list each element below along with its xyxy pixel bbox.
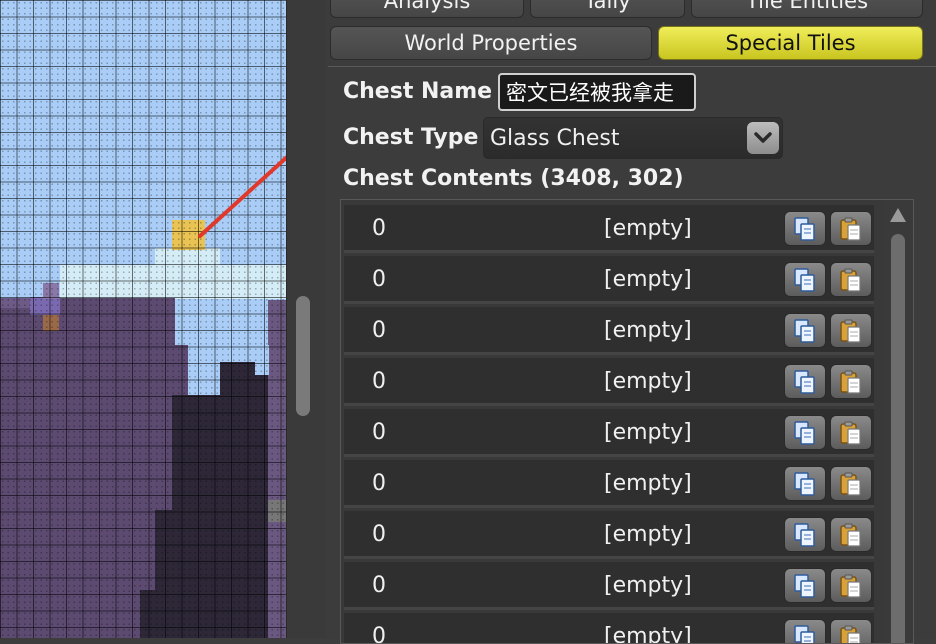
item-name[interactable]: [empty] — [604, 267, 692, 292]
ground-tiles — [43, 283, 59, 299]
item-quantity[interactable]: 0 — [372, 267, 386, 292]
contents-scrollbar-thumb[interactable] — [891, 234, 905, 644]
item-quantity[interactable]: 0 — [372, 522, 386, 547]
item-quantity[interactable]: 0 — [372, 318, 386, 343]
copy-icon[interactable] — [784, 517, 826, 552]
paste-icon[interactable] — [830, 262, 872, 297]
cloud-tiles — [155, 248, 220, 266]
item-name[interactable]: [empty] — [604, 318, 692, 343]
copy-icon[interactable] — [784, 619, 826, 644]
contents-scrollbar[interactable] — [883, 200, 913, 643]
paste-icon[interactable] — [830, 619, 872, 644]
item-quantity[interactable]: 0 — [372, 624, 386, 644]
item-name[interactable]: [empty] — [604, 573, 692, 598]
cloud-tiles — [60, 265, 286, 299]
item-quantity[interactable]: 0 — [372, 216, 386, 241]
item-row[interactable]: 0 [empty] — [344, 460, 874, 508]
copy-icon[interactable] — [784, 364, 826, 399]
item-row[interactable]: 0 [empty] — [344, 613, 874, 644]
chest-type-value: Glass Chest — [490, 126, 620, 151]
item-row[interactable]: 0 [empty] — [344, 358, 874, 406]
item-row[interactable]: 0 [empty] — [344, 205, 874, 253]
stone-tiles — [172, 395, 268, 638]
stone-tiles — [268, 500, 286, 522]
tab-special-tiles[interactable]: Special Tiles — [658, 26, 923, 60]
copy-icon[interactable] — [784, 466, 826, 501]
chest-contents-label: Chest Contents (3408, 302) — [343, 166, 684, 191]
ground-tiles — [43, 315, 59, 331]
item-row[interactable]: 0 [empty] — [344, 307, 874, 355]
paste-icon[interactable] — [830, 517, 872, 552]
chest-type-select[interactable]: Glass Chest — [483, 117, 783, 159]
sky-tiles — [188, 345, 220, 395]
item-row[interactable]: 0 [empty] — [344, 409, 874, 457]
item-row[interactable]: 0 [empty] — [344, 562, 874, 610]
stone-tiles — [140, 590, 160, 638]
chest-contents-list: 0 [empty] 0 [empty] 0 [empty] 0 [empty] 0 [empty]… — [340, 199, 914, 644]
item-name[interactable]: [empty] — [604, 522, 692, 547]
item-row[interactable]: 0 [empty] — [344, 256, 874, 304]
paste-icon[interactable] — [830, 568, 872, 603]
chest-type-label: Chest Type — [343, 125, 478, 150]
map-scrollbar-thumb[interactable] — [296, 296, 310, 416]
world-map-view[interactable] — [0, 0, 286, 638]
paste-icon[interactable] — [830, 364, 872, 399]
chest-name-label: Chest Name — [343, 79, 492, 104]
tab-world-properties[interactable]: World Properties — [330, 26, 652, 60]
paste-icon[interactable] — [830, 313, 872, 348]
side-panel: Analysis Tally Tile Entities World Prope… — [326, 0, 936, 638]
paste-icon[interactable] — [830, 211, 872, 246]
tab-divider — [328, 66, 936, 67]
item-name[interactable]: [empty] — [604, 624, 692, 644]
sky-tiles — [255, 345, 269, 375]
item-row[interactable]: 0 [empty] — [344, 511, 874, 559]
item-quantity[interactable]: 0 — [372, 369, 386, 394]
ground-tiles — [30, 297, 60, 315]
tab-analysis[interactable]: Analysis — [330, 0, 524, 18]
item-quantity[interactable]: 0 — [372, 420, 386, 445]
paste-icon[interactable] — [830, 415, 872, 450]
tab-tile-entities[interactable]: Tile Entities — [691, 0, 923, 18]
item-name[interactable]: [empty] — [604, 216, 692, 241]
copy-icon[interactable] — [784, 262, 826, 297]
copy-icon[interactable] — [784, 415, 826, 450]
panel-splitter[interactable] — [286, 0, 327, 638]
tab-tally[interactable]: Tally — [530, 0, 685, 18]
copy-icon[interactable] — [784, 211, 826, 246]
item-quantity[interactable]: 0 — [372, 573, 386, 598]
item-quantity[interactable]: 0 — [372, 471, 386, 496]
chest-name-input[interactable] — [498, 73, 696, 111]
copy-icon[interactable] — [784, 313, 826, 348]
ground-tiles — [0, 298, 175, 638]
item-name[interactable]: [empty] — [604, 420, 692, 445]
item-name[interactable]: [empty] — [604, 471, 692, 496]
chest-tile[interactable] — [172, 220, 205, 250]
ground-tiles — [268, 300, 286, 638]
chevron-down-icon[interactable] — [747, 122, 779, 154]
paste-icon[interactable] — [830, 466, 872, 501]
item-name[interactable]: [empty] — [604, 369, 692, 394]
scroll-up-arrow-icon[interactable] — [890, 208, 906, 222]
copy-icon[interactable] — [784, 568, 826, 603]
